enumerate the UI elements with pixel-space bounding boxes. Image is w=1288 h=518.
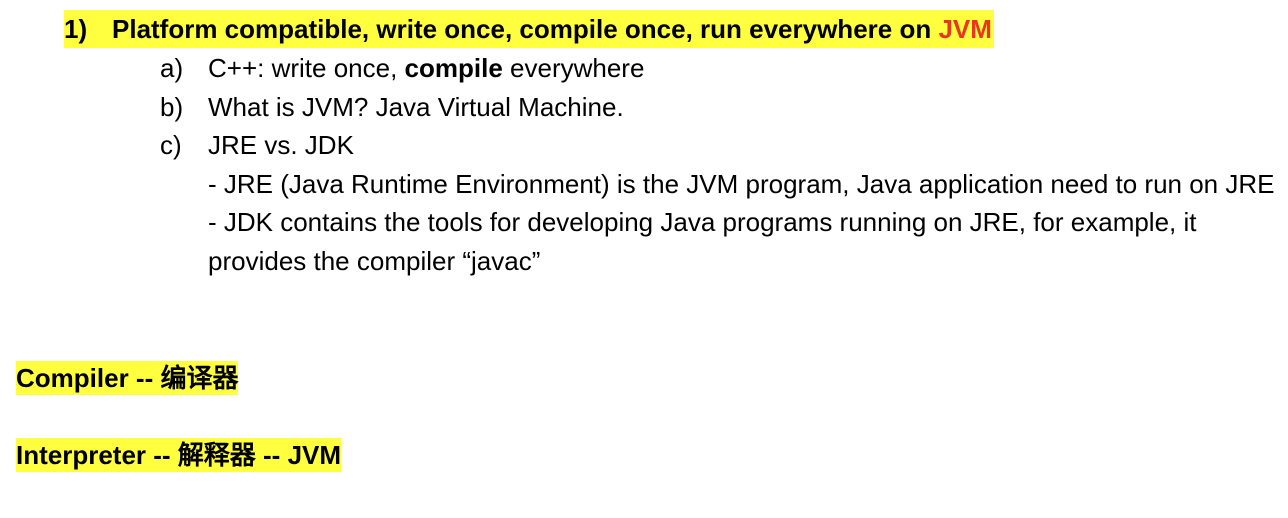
heading-jvm-word: JVM	[938, 14, 992, 44]
sub-item-b-letter: b)	[160, 91, 184, 122]
sub-item-list: a) C++: write once, compile everywhere b…	[160, 49, 1280, 281]
heading-number: 1)	[64, 14, 88, 44]
sub-item-b-text: What is JVM? Java Virtual Machine.	[208, 91, 624, 122]
heading-text: Platform compatible, write once, compile…	[112, 14, 939, 44]
sub-item-c: c) JRE vs. JDK	[160, 126, 1280, 165]
sub-item-c-text: JRE vs. JDK	[208, 130, 354, 161]
sub-item-a-text-before: C++: write once,	[208, 53, 405, 83]
platform-heading: 1) Platform compatible, write once, compi…	[64, 10, 994, 48]
interpreter-term: Interpreter -- 解释器 -- JVM	[16, 438, 342, 472]
sub-item-a: a) C++: write once, compile everywhere	[160, 49, 1280, 88]
compiler-term: Compiler -- 编译器	[16, 361, 239, 395]
sub-item-a-bold-word: compile	[404, 53, 503, 83]
jre-note: - JRE (Java Runtime Environment) is the …	[208, 168, 1275, 199]
sub-item-a-text: C++: write once, compile everywhere	[208, 49, 1280, 88]
jdk-note: - JDK contains the tools for developing …	[208, 207, 1197, 276]
sub-item-a-letter: a)	[160, 53, 184, 83]
sub-item-c-letter: c)	[160, 130, 182, 161]
sub-item-a-text-after: everywhere	[502, 53, 645, 83]
sub-item-b: b) What is JVM? Java Virtual Machine.	[160, 88, 1280, 127]
